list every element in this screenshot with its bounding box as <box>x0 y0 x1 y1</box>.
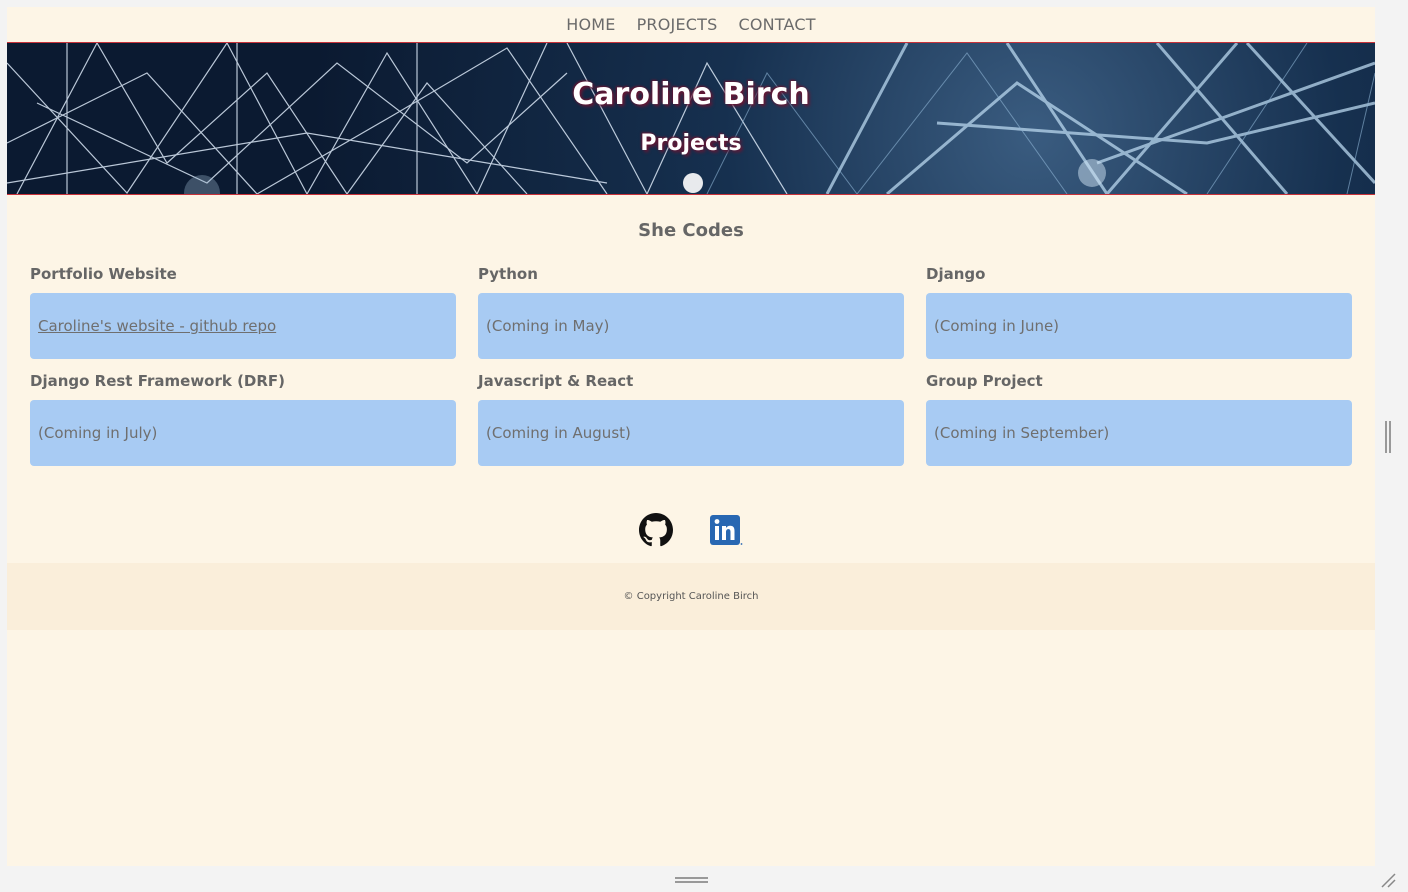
project-card-body: (Coming in June) <box>926 293 1352 359</box>
vertical-resize-handle[interactable] <box>1385 421 1391 453</box>
project-card-title: Group Project <box>926 372 1043 390</box>
site-footer: © Copyright Caroline Birch <box>7 563 1375 630</box>
linkedin-icon[interactable] <box>709 513 743 547</box>
project-card: Group Project (Coming in September) <box>926 372 1352 466</box>
resize-corner-icon[interactable] <box>1380 872 1396 888</box>
project-status-text: (Coming in June) <box>934 317 1060 335</box>
project-card-body: (Coming in September) <box>926 400 1352 466</box>
project-card: Python (Coming in May) <box>478 265 904 359</box>
project-card-body: (Coming in August) <box>478 400 904 466</box>
hero-banner: Caroline Birch Projects <box>7 43 1375 195</box>
projects-grid: Portfolio Website Caroline's website - g… <box>30 265 1352 466</box>
project-card-title: Django Rest Framework (DRF) <box>30 372 286 390</box>
project-card-title: Django <box>926 265 986 283</box>
top-nav: HOME PROJECTS CONTACT <box>7 7 1375 43</box>
horizontal-resize-handle[interactable] <box>675 877 708 883</box>
hero-subtitle: Projects <box>640 131 742 156</box>
project-card-title: Javascript & React <box>478 372 634 390</box>
project-card: Django (Coming in June) <box>926 265 1352 359</box>
project-status-text: (Coming in September) <box>934 424 1110 442</box>
project-card-body: Caroline's website - github repo <box>30 293 456 359</box>
nav-contact-link[interactable]: CONTACT <box>738 15 815 34</box>
project-card-body: (Coming in May) <box>478 293 904 359</box>
github-icon[interactable] <box>639 513 673 547</box>
section-title: She Codes <box>638 220 744 241</box>
project-status-text: (Coming in May) <box>486 317 610 335</box>
github-repo-link[interactable]: Caroline's website - github repo <box>38 317 276 335</box>
social-links <box>7 513 1375 547</box>
copyright-text: © Copyright Caroline Birch <box>623 591 759 602</box>
hero-title: Caroline Birch <box>572 77 810 112</box>
project-card: Javascript & React (Coming in August) <box>478 372 904 466</box>
project-card-body: (Coming in July) <box>30 400 456 466</box>
nav-home-link[interactable]: HOME <box>566 15 615 34</box>
network-lines-background <box>7 43 1375 194</box>
project-card-title: Portfolio Website <box>30 265 177 283</box>
project-status-text: (Coming in July) <box>38 424 158 442</box>
project-card: Portfolio Website Caroline's website - g… <box>30 265 456 359</box>
project-card: Django Rest Framework (DRF) (Coming in J… <box>30 372 456 466</box>
project-card-title: Python <box>478 265 538 283</box>
nav-projects-link[interactable]: PROJECTS <box>637 15 718 34</box>
project-status-text: (Coming in August) <box>486 424 631 442</box>
